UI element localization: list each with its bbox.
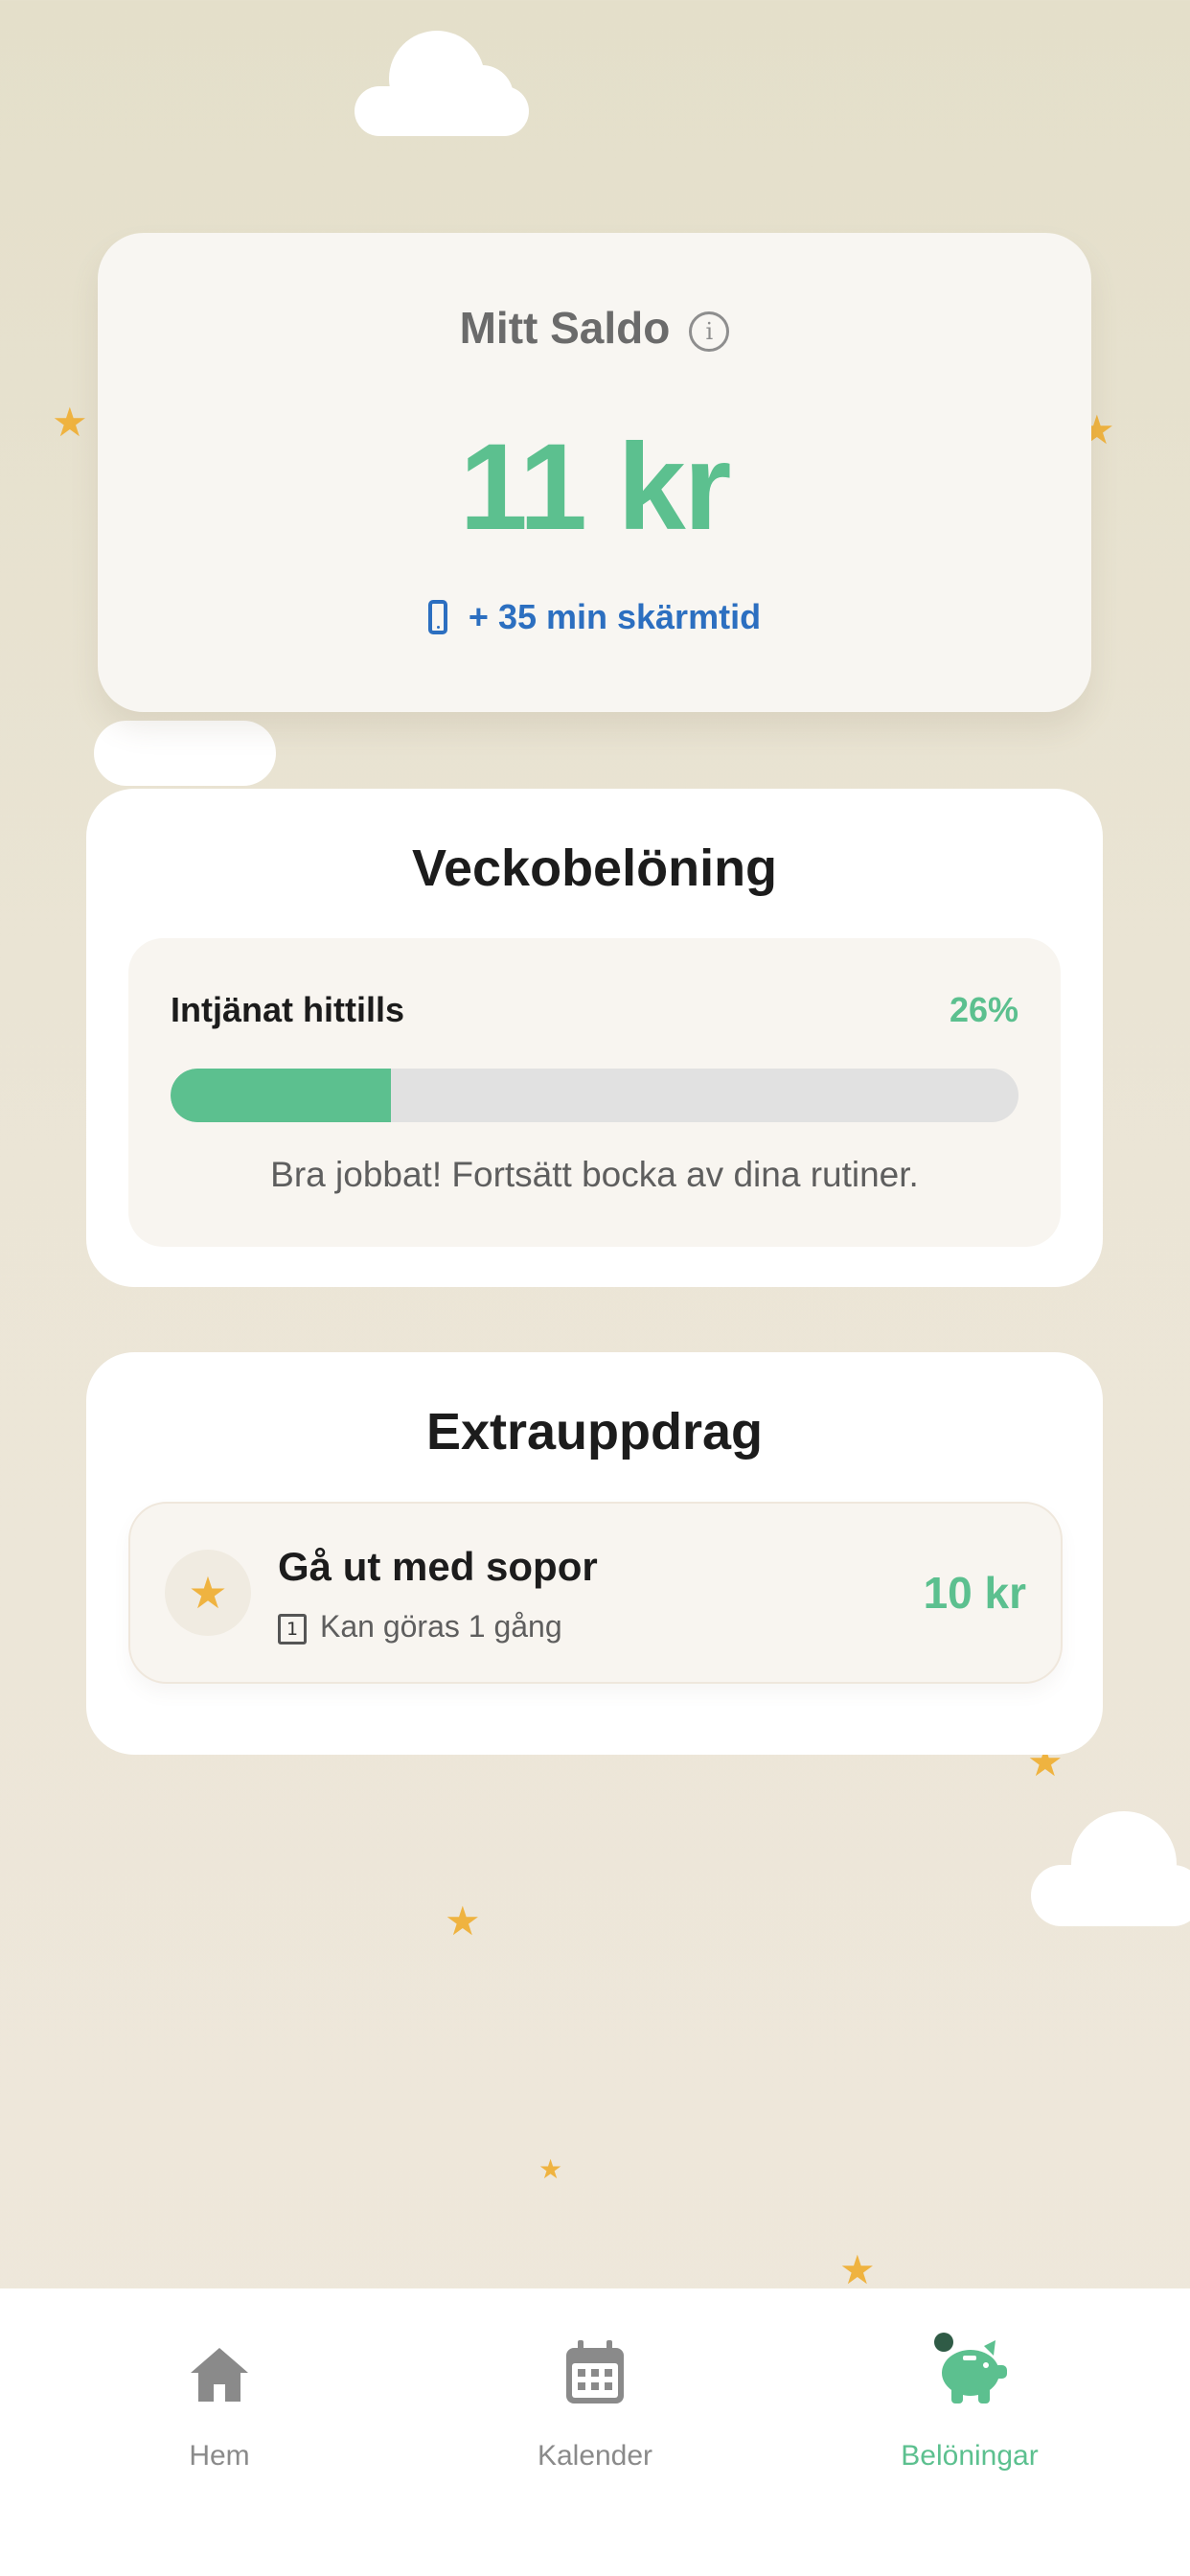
screen-time-label: + 35 min skärmtid xyxy=(468,597,762,636)
progress-bar-fill xyxy=(171,1069,392,1122)
nav-label-rewards: Belöningar xyxy=(901,2440,1039,2472)
balance-title: Mitt Saldo xyxy=(459,303,671,353)
weekly-reward-card: Veckobelöning Intjänat hittills 26% Bra … xyxy=(86,789,1103,1287)
task-item[interactable]: ★ Gå ut med sopor 1 Kan göras 1 gång 10 k… xyxy=(128,1502,1063,1684)
weekly-reward-title: Veckobelöning xyxy=(411,840,778,897)
count-icon: 1 xyxy=(278,1614,307,1644)
task-subtitle: Kan göras 1 gång xyxy=(320,1609,562,1644)
info-icon[interactable]: i xyxy=(689,311,730,352)
cloud-decoration xyxy=(355,31,529,136)
cloud-decoration xyxy=(1031,1811,1190,1926)
star-decoration: ★ xyxy=(538,2154,563,2184)
task-reward: 10 kr xyxy=(923,1568,1026,1618)
balance-card: Mitt Saldo i 11 kr + 35 min skärmtid xyxy=(98,233,1091,712)
nav-label-home: Hem xyxy=(189,2440,250,2472)
nav-label-calendar: Kalender xyxy=(537,2440,653,2472)
nav-item-home[interactable]: Hem xyxy=(76,2325,363,2472)
progress-label: Intjänat hittills xyxy=(171,990,405,1029)
calendar-icon xyxy=(566,2340,624,2404)
extra-tasks-title: Extrauppdrag xyxy=(425,1403,764,1460)
progress-percent: 26% xyxy=(949,990,1018,1029)
phone-icon xyxy=(427,600,447,634)
extra-tasks-card: Extrauppdrag ★ Gå ut med sopor 1 Kan göra… xyxy=(86,1352,1103,1755)
progress-bar xyxy=(171,1069,1018,1122)
nav-item-rewards[interactable]: Belöningar xyxy=(826,2325,1113,2472)
task-subtitle-row: 1 Kan göras 1 gång xyxy=(278,1609,562,1644)
star-decoration: ★ xyxy=(445,1898,481,1944)
screen-time-row: + 35 min skärmtid xyxy=(98,597,1091,637)
star-decoration: ★ xyxy=(52,400,88,445)
progress-message: Bra jobbat! Fortsätt bocka av dina rutin… xyxy=(270,1155,919,1194)
star-decoration: ★ xyxy=(839,2247,876,2292)
piggy-bank-icon xyxy=(934,2333,1007,2404)
nav-item-calendar[interactable]: Kalender xyxy=(451,2325,739,2472)
task-title: Gå ut med sopor xyxy=(278,1544,598,1589)
cloud-decoration xyxy=(94,713,276,786)
balance-amount: 11 kr xyxy=(459,419,732,556)
home-icon xyxy=(191,2348,248,2402)
star-icon: ★ xyxy=(165,1550,251,1636)
progress-panel: Intjänat hittills 26% Bra jobbat! Fortsä… xyxy=(128,938,1061,1247)
balance-title-row: Mitt Saldo i xyxy=(98,302,1091,354)
bottom-nav: Hem Kalender Belöningar xyxy=(0,2288,1190,2576)
